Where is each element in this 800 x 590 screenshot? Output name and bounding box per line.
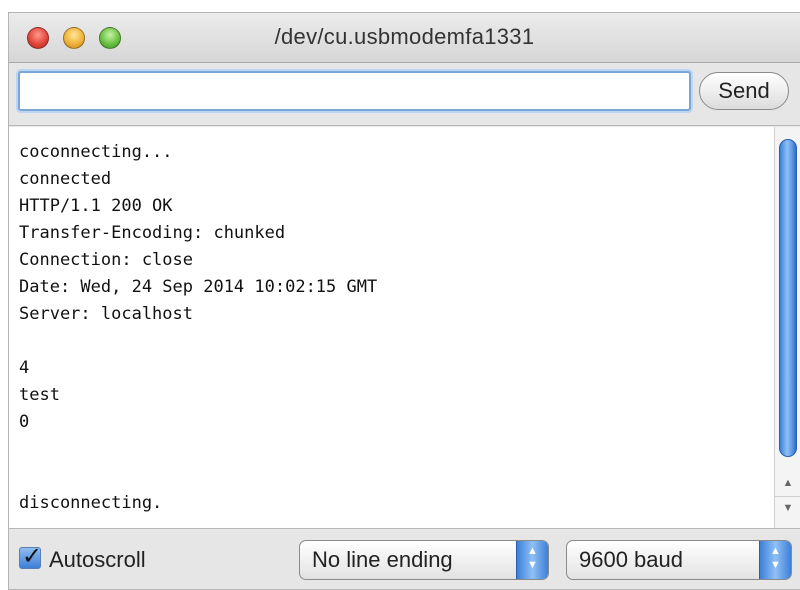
console-line: Server: localhost bbox=[19, 304, 193, 324]
serial-input-field[interactable] bbox=[18, 71, 691, 111]
console-line: HTTP/1.1 200 OK bbox=[19, 196, 173, 216]
baud-rate-value: 9600 baud bbox=[579, 547, 683, 572]
console-line: disconnecting. bbox=[19, 493, 163, 513]
console-line: test bbox=[19, 385, 60, 405]
scrollbar-thumb[interactable] bbox=[779, 139, 797, 457]
line-ending-select[interactable]: No line ending ▲ ▼ bbox=[299, 540, 549, 580]
line-ending-value: No line ending bbox=[312, 547, 453, 572]
console-line: Date: Wed, 24 Sep 2014 10:02:15 GMT bbox=[19, 277, 378, 297]
console-line: Transfer-Encoding: chunked bbox=[19, 223, 286, 243]
status-bar: ✓ Autoscroll No line ending ▲ ▼ 9600 baud… bbox=[9, 530, 800, 589]
title-bar: /dev/cu.usbmodemfa1331 bbox=[9, 13, 800, 63]
console-line: connected bbox=[19, 169, 112, 189]
autoscroll-checkbox[interactable]: ✓ bbox=[19, 542, 42, 570]
console-line: Connection: close bbox=[19, 250, 193, 270]
send-row: Send bbox=[9, 64, 800, 126]
select-stepper-icon: ▲ ▼ bbox=[759, 541, 791, 579]
console-line: 0 bbox=[19, 412, 30, 432]
console-line: 4 bbox=[19, 358, 30, 378]
checkmark-icon: ✓ bbox=[22, 542, 43, 570]
baud-rate-select[interactable]: 9600 baud ▲ ▼ bbox=[566, 540, 792, 580]
serial-output-console[interactable]: coconnecting... connected HTTP/1.1 200 OK T… bbox=[9, 127, 800, 529]
serial-monitor-window: /dev/cu.usbmodemfa1331 Send coconnecting… bbox=[8, 12, 800, 590]
console-line: coconnecting... bbox=[19, 142, 173, 162]
console-text: coconnecting... connected HTTP/1.1 200 OK T… bbox=[19, 139, 770, 517]
select-stepper-icon: ▲ ▼ bbox=[516, 541, 548, 579]
scroll-up-arrow-icon[interactable]: ▲ bbox=[775, 472, 800, 494]
window-title: /dev/cu.usbmodemfa1331 bbox=[274, 24, 535, 49]
send-button[interactable]: Send bbox=[699, 72, 789, 110]
autoscroll-label: Autoscroll bbox=[49, 547, 146, 572]
scroll-down-arrow-icon[interactable]: ▼ bbox=[775, 496, 800, 518]
vertical-scrollbar[interactable]: ▲ ▼ bbox=[774, 127, 800, 528]
